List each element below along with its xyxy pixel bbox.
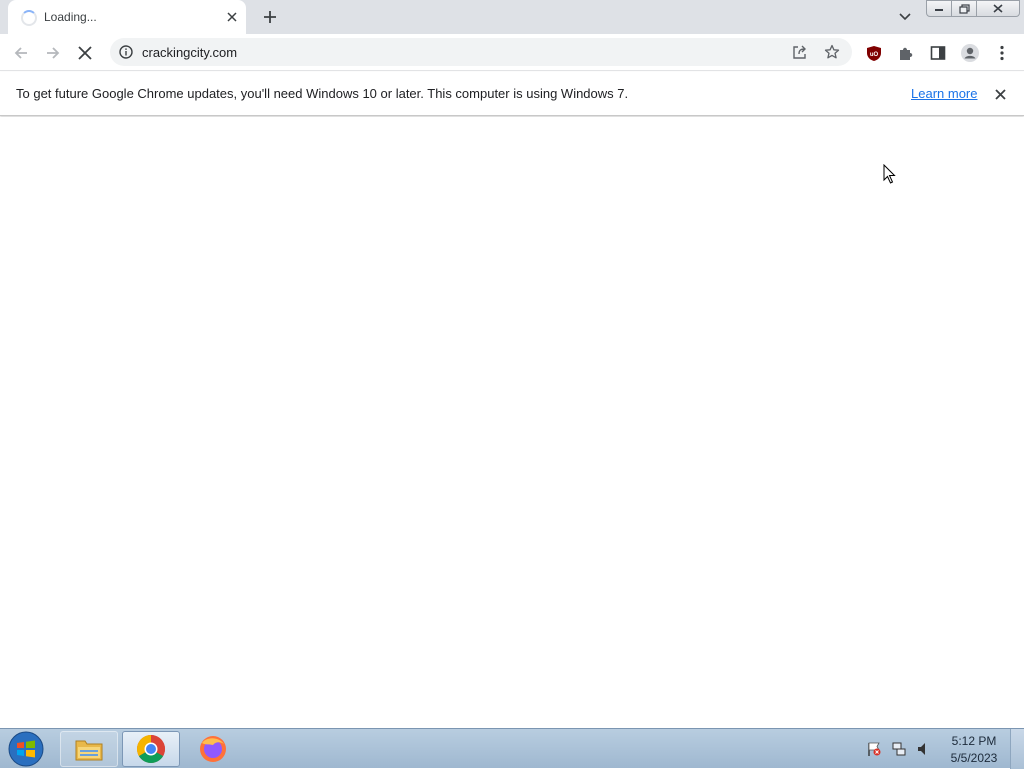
profile-icon [961,44,979,62]
info-icon [119,45,133,59]
back-button[interactable] [8,40,34,66]
loading-spinner-icon [21,10,37,26]
share-button[interactable] [790,42,810,62]
forward-button[interactable] [40,40,66,66]
tab-close-button[interactable] [222,7,242,27]
ublock-origin-icon: uO [867,45,881,61]
new-tab-button[interactable] [258,5,282,29]
taskbar-explorer[interactable] [60,731,118,767]
window-close-button[interactable] [976,0,1020,17]
ublock-origin-button[interactable]: uO [861,40,887,66]
chrome-icon [137,735,165,763]
flag-icon [868,742,881,756]
network-icon[interactable] [891,741,907,757]
url-text: crackingcity.com [142,45,238,60]
show-desktop-button[interactable] [1010,729,1024,769]
address-bar[interactable]: crackingcity.com [110,38,852,66]
browser-toolbar: crackingcity.com uO [0,34,1024,71]
profile-button[interactable] [957,40,983,66]
close-icon [994,88,1006,100]
bookmark-button[interactable] [822,42,842,62]
extensions-button[interactable] [893,40,919,66]
tab-title: Loading... [44,10,97,24]
back-arrow-icon [14,47,27,59]
volume-icon[interactable] [915,741,931,757]
close-icon [993,4,1003,13]
infobar-message: To get future Google Chrome updates, you… [16,86,629,101]
puzzle-piece-icon [900,47,913,60]
svg-text:uO: uO [870,52,879,58]
forward-arrow-icon [47,47,60,59]
firefox-icon [200,736,226,762]
infobar-close-button[interactable] [990,84,1010,104]
chrome-menu-button[interactable] [989,40,1015,66]
browser-tab[interactable]: Loading... [8,0,246,34]
star-icon [824,44,840,59]
update-infobar: To get future Google Chrome updates, you… [0,72,1024,116]
action-center-icon[interactable] [866,741,882,757]
windows-orb-icon [8,731,44,767]
restore-button[interactable] [951,0,977,17]
close-icon [227,12,237,22]
plus-icon [264,11,276,23]
mouse-cursor-icon [883,164,896,184]
share-icon [793,45,806,59]
taskbar-clock-time[interactable]: 5:12 PM [944,734,1004,748]
window-controls [926,0,1020,18]
page-content [0,117,1024,728]
stop-loading-button[interactable] [72,40,98,66]
stop-icon [78,46,92,60]
side-panel-icon [930,46,946,60]
network-icon [892,742,906,756]
folder-icon [75,740,103,761]
taskbar-chrome[interactable] [122,731,180,767]
speaker-icon [918,743,925,755]
taskbar-clock-date[interactable]: 5/5/2023 [944,751,1004,765]
restore-icon [958,3,970,14]
taskbar-firefox[interactable] [184,731,242,767]
side-panel-button[interactable] [925,40,951,66]
chevron-down-icon [899,13,911,21]
minimize-button[interactable] [926,0,952,17]
site-info-button[interactable] [118,44,134,60]
learn-more-link[interactable]: Learn more [911,86,977,101]
windows-taskbar: 5:12 PM 5/5/2023 [0,728,1024,769]
start-button[interactable] [6,730,46,768]
tab-strip: Loading... [0,0,1024,34]
tab-search-button[interactable] [893,6,917,28]
minimize-icon [935,8,943,11]
three-dots-icon [1000,45,1004,61]
